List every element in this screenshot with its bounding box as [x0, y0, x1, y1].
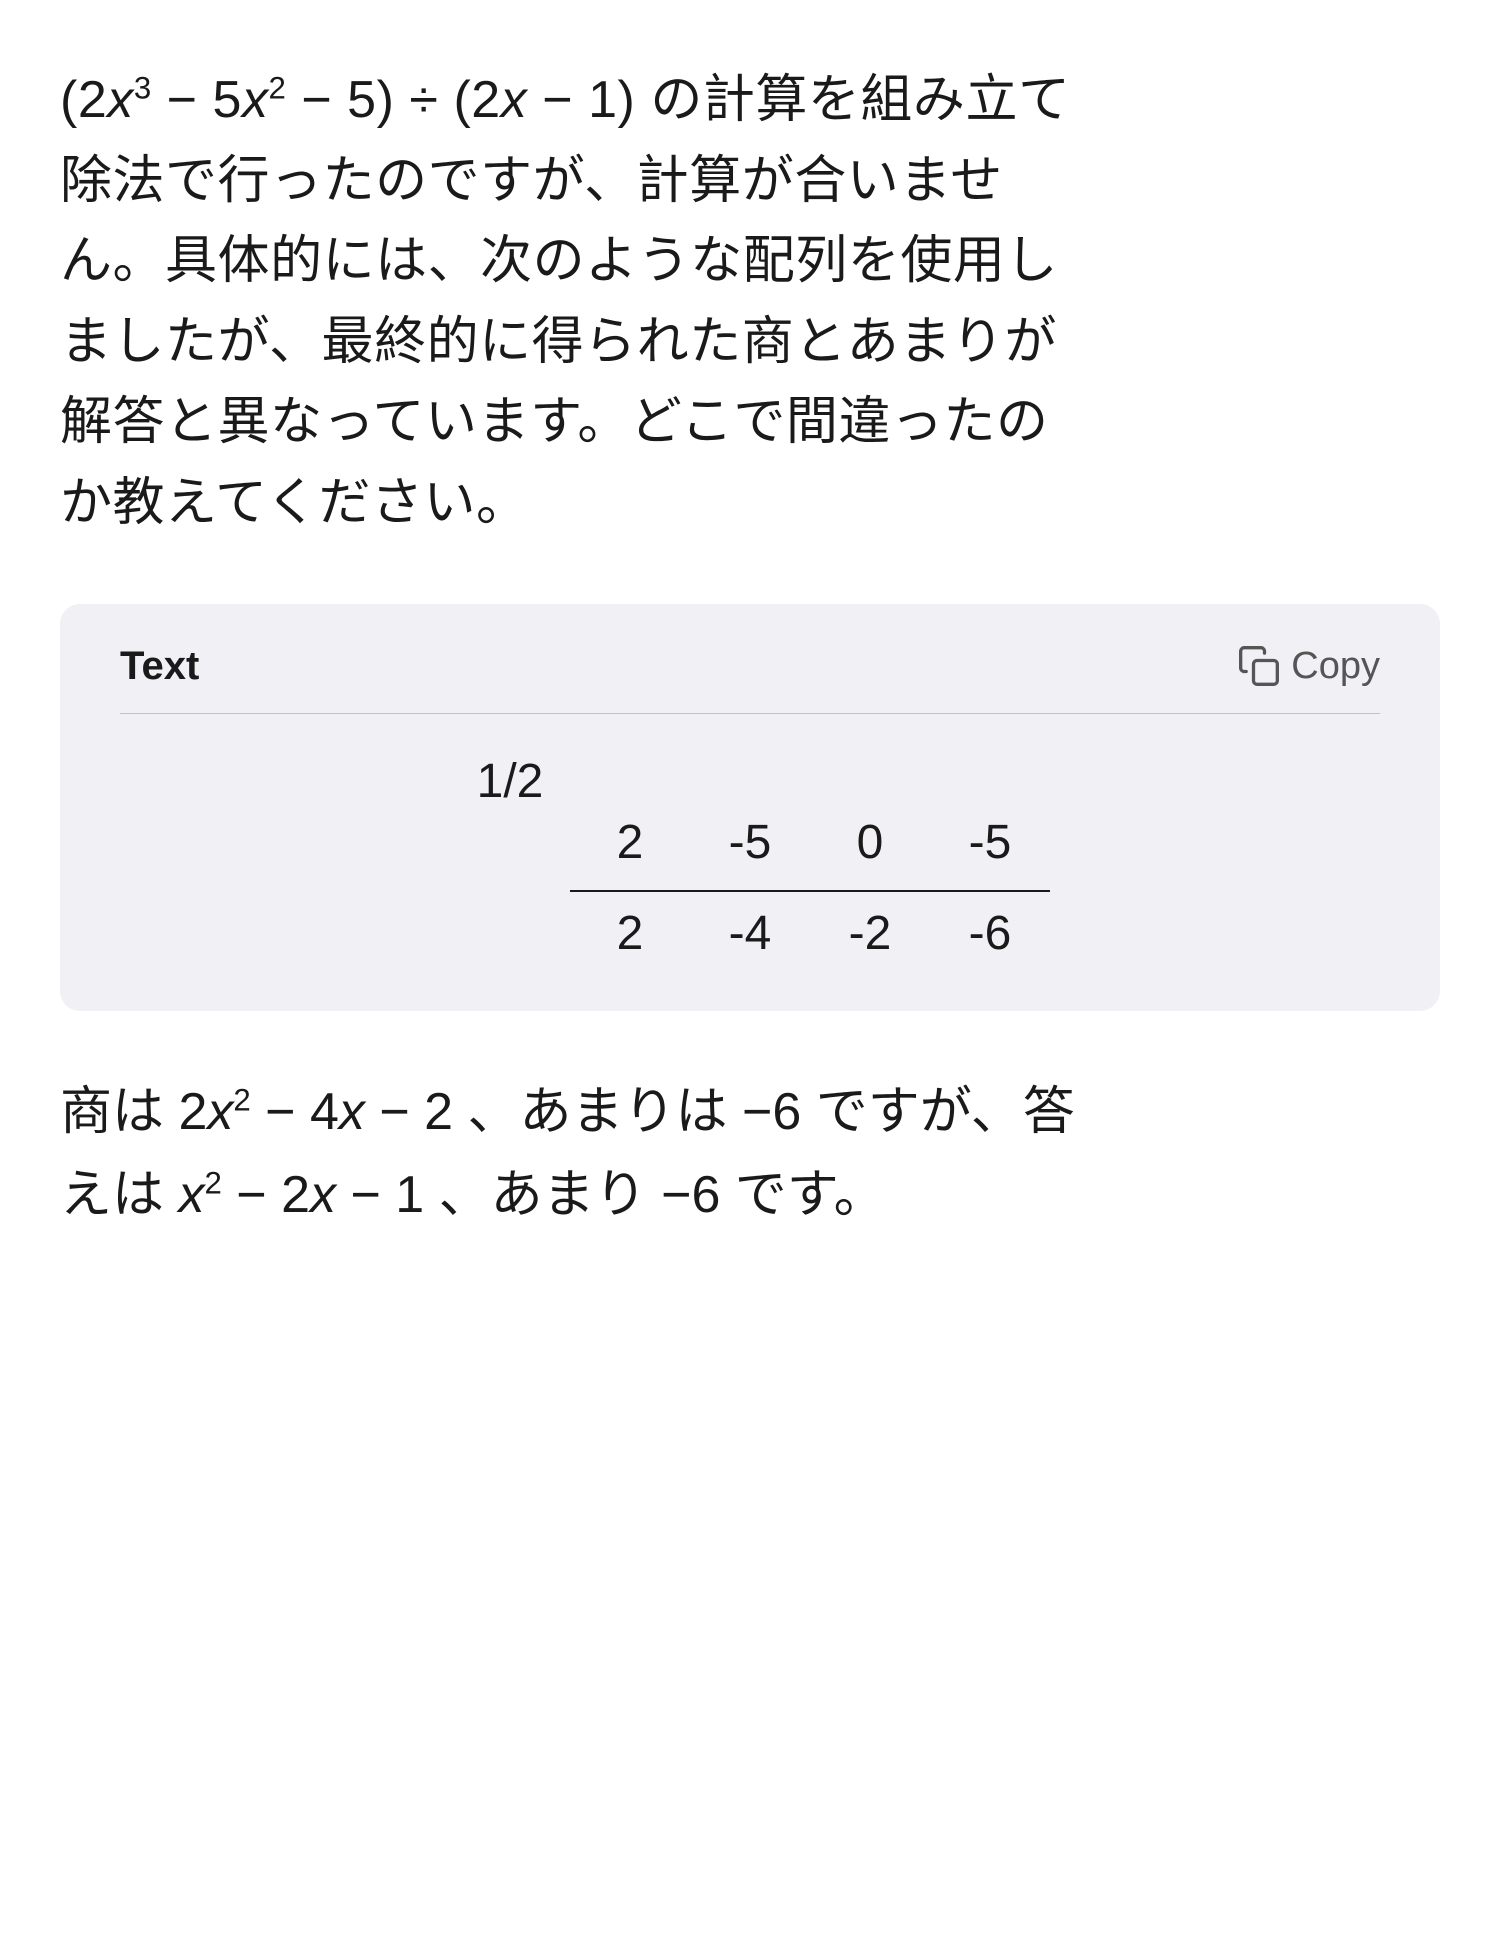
code-box: Text Copy 1/2 2 -5 0 -5: [60, 604, 1440, 1011]
result-3: -2: [810, 906, 930, 961]
result-4: -6: [930, 906, 1050, 961]
synthetic-division: 1/2 2 -5 0 -5 2 -4 -2 -6: [120, 754, 1380, 961]
underline: [570, 890, 1050, 892]
copy-icon: [1237, 644, 1281, 688]
answer-text: 商は 2x2 − 4x − 2 、あまりは −6 ですが、答 えは x2 − 2…: [60, 1071, 1440, 1237]
coeff-3: 0: [810, 815, 930, 870]
result-1: 2: [570, 906, 690, 961]
divider: [120, 713, 1380, 714]
coefficients-row: 2 -5 0 -5: [450, 815, 1050, 870]
question-text: (2x3 − 5x2 − 5) ÷ (2x − 1) の計算を組み立て 除法で行…: [60, 60, 1440, 544]
code-box-label: Text: [120, 644, 199, 689]
coeff-1: 2: [570, 815, 690, 870]
coeff-2: -5: [690, 815, 810, 870]
copy-label: Copy: [1291, 645, 1380, 688]
copy-button[interactable]: Copy: [1237, 644, 1380, 688]
results-row: 2 -4 -2 -6: [450, 906, 1050, 961]
result-2: -4: [690, 906, 810, 961]
divisor-row: 1/2: [450, 754, 1050, 809]
coeff-4: -5: [930, 815, 1050, 870]
divisor-value: 1/2: [450, 754, 570, 809]
